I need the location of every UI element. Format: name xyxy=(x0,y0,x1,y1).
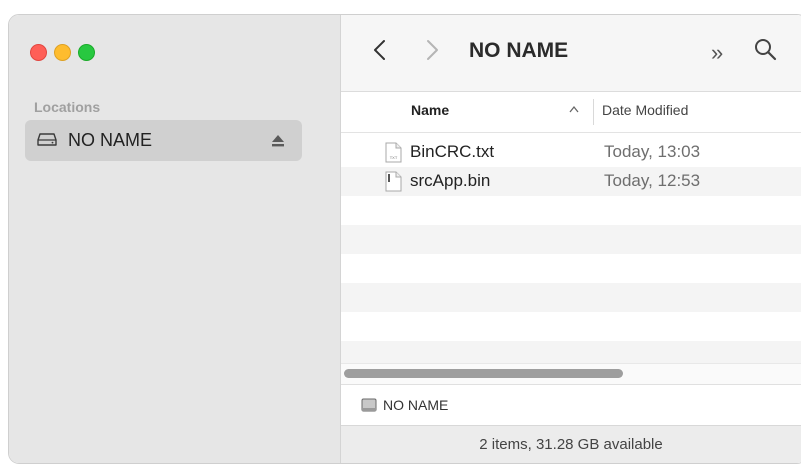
file-row[interactable]: TXT BinCRC.txt Today, 13:03 xyxy=(341,138,801,167)
file-name: srcApp.bin xyxy=(410,171,491,190)
chevron-left-icon[interactable] xyxy=(372,39,388,61)
column-header: Name Date Modified xyxy=(341,92,801,133)
empty-row xyxy=(341,312,801,341)
zoom-button[interactable] xyxy=(78,44,95,61)
more-toolbar-icon[interactable]: » xyxy=(711,42,723,64)
file-list: TXT BinCRC.txt Today, 13:03 srcApp.bin T… xyxy=(341,133,801,373)
text-file-icon: TXT xyxy=(385,142,402,163)
search-icon[interactable] xyxy=(753,37,777,61)
binary-file-icon xyxy=(385,171,402,192)
horizontal-scrollbar[interactable] xyxy=(341,363,801,384)
window-title: NO NAME xyxy=(469,39,569,62)
sidebar: Locations NO NAME xyxy=(9,15,341,463)
column-header-name[interactable]: Name xyxy=(411,102,449,118)
file-row[interactable]: srcApp.bin Today, 12:53 xyxy=(341,167,801,196)
close-button[interactable] xyxy=(30,44,47,61)
eject-icon[interactable] xyxy=(271,134,285,147)
drive-icon xyxy=(361,398,377,412)
sidebar-item-label: NO NAME xyxy=(68,130,153,150)
status-bar: 2 items, 31.28 GB available xyxy=(341,425,801,463)
external-drive-icon xyxy=(37,133,57,146)
sort-ascending-icon[interactable] xyxy=(569,105,579,113)
empty-row xyxy=(341,283,801,312)
minimize-button[interactable] xyxy=(54,44,71,61)
scrollbar-thumb[interactable] xyxy=(344,369,623,378)
empty-row xyxy=(341,196,801,225)
path-item-no-name[interactable]: NO NAME xyxy=(383,397,448,413)
column-header-date-modified[interactable]: Date Modified xyxy=(602,102,688,118)
sidebar-item-no-name[interactable]: NO NAME xyxy=(25,120,302,161)
file-date: Today, 12:53 xyxy=(604,171,701,190)
toolbar: NO NAME » xyxy=(341,15,801,92)
file-date: Today, 13:03 xyxy=(604,142,701,161)
file-name: BinCRC.txt xyxy=(410,142,495,161)
finder-window: Locations NO NAME NO NAME » Name Date Mo… xyxy=(8,14,801,464)
column-divider[interactable] xyxy=(593,99,594,125)
empty-row xyxy=(341,225,801,254)
sidebar-section-locations: Locations xyxy=(34,99,101,115)
main-pane: NO NAME » Name Date Modified TXT BinCRC.… xyxy=(341,15,801,463)
status-text: 2 items, 31.28 GB available xyxy=(479,436,663,453)
chevron-right-icon[interactable] xyxy=(424,39,440,61)
svg-text:TXT: TXT xyxy=(390,155,398,160)
path-bar: NO NAME xyxy=(341,384,801,425)
empty-row xyxy=(341,254,801,283)
